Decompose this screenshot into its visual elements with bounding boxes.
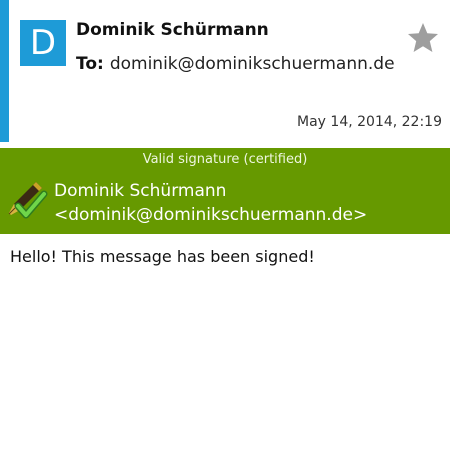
signature-valid-icon (6, 178, 48, 222)
account-color-bar (0, 0, 9, 142)
signer-email: <dominik@dominikschuermann.de> (54, 205, 368, 225)
star-button[interactable] (406, 21, 440, 55)
to-label: To: (76, 54, 104, 74)
signer-name: Dominik Schürmann (54, 181, 227, 201)
avatar-letter: D (29, 23, 57, 63)
star-icon (408, 23, 438, 52)
contact-avatar[interactable]: D (20, 20, 66, 66)
signature-status: Valid signature (certified) (142, 152, 308, 167)
signature-banner[interactable]: Valid signature (certified) Dominik Schü… (0, 148, 450, 234)
recipient-line: To: dominik@dominikschuermann.de (76, 52, 396, 76)
sender-name[interactable]: Dominik Schürmann (76, 20, 269, 40)
recipient-address[interactable]: dominik@dominikschuermann.de (110, 54, 395, 74)
message-body: Hello! This message has been signed! (10, 247, 315, 266)
message-date: May 14, 2014, 22:19 (297, 114, 442, 130)
